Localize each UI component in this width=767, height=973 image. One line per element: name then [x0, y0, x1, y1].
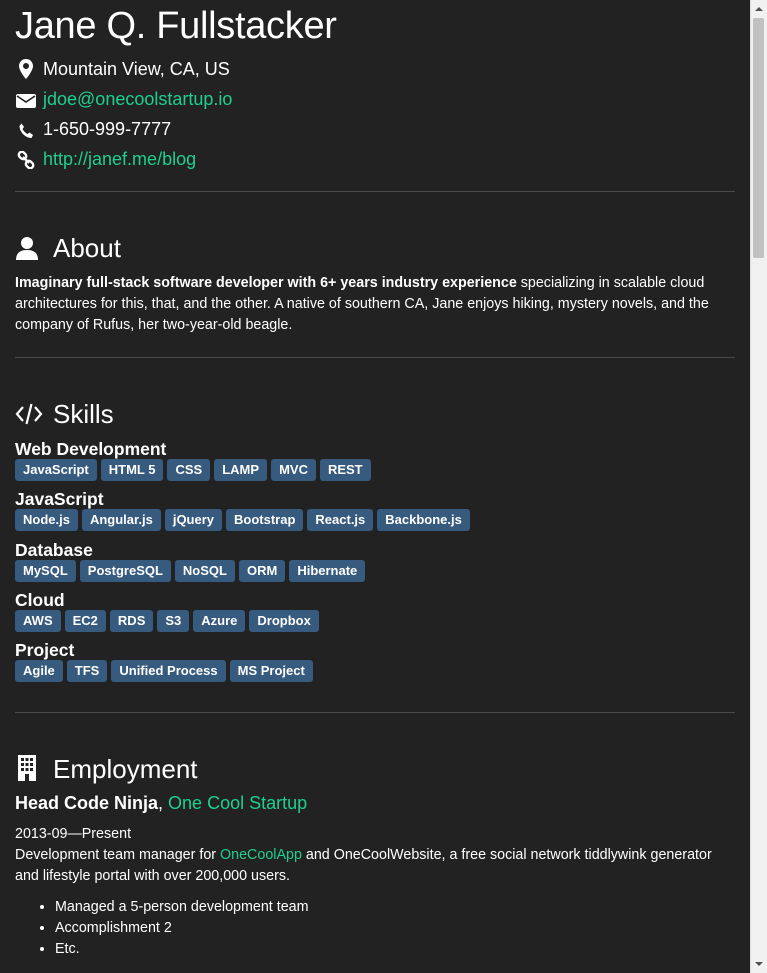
skill-group: Web Development JavaScript HTML 5 CSS LAMP M… — [15, 439, 735, 483]
skill-tag: TFS — [66, 660, 108, 682]
company-link[interactable]: One Cool Startup — [168, 793, 307, 813]
phone-text: 1-650-999-7777 — [43, 119, 172, 139]
divider — [15, 357, 735, 358]
scroll-up-arrow-icon[interactable] — [751, 0, 767, 17]
skill-tag: EC2 — [64, 610, 106, 632]
job-title: Head Code Ninja, One Cool Startup — [15, 790, 307, 816]
phone-icon — [15, 121, 37, 141]
skill-category: Database — [15, 540, 93, 560]
skill-tag: Azure — [193, 610, 246, 632]
skill-tag: RDS — [109, 610, 154, 632]
skill-tag: Hibernate — [289, 560, 366, 582]
divider — [15, 191, 735, 192]
skill-tag: MySQL — [15, 560, 76, 582]
skill-tag: Backbone.js — [377, 509, 470, 531]
job-desc-before: Development team manager for — [15, 847, 221, 863]
about-summary-bold: Imaginary full-stack software developer … — [15, 275, 517, 291]
contact-website: http://janef.me/blog — [15, 147, 196, 171]
skill-tag: jQuery — [164, 509, 223, 531]
scrollbar-thumb[interactable] — [753, 18, 764, 258]
skill-tags: Agile TFS Unified Process MS Project — [15, 660, 735, 684]
skill-category: Web Development — [15, 439, 167, 459]
scroll-down-arrow-icon[interactable] — [751, 956, 767, 973]
skill-tag: PostgreSQL — [79, 560, 171, 582]
job-highlights: Managed a 5-person development team Acco… — [15, 897, 309, 960]
contact-location: Mountain View, CA, US — [15, 57, 230, 81]
skill-group: Cloud AWS EC2 RDS S3 Azure Dropbox — [15, 590, 735, 634]
skills-heading: Skills — [53, 399, 114, 429]
section-about-title: About — [15, 232, 121, 264]
skill-tag: HTML 5 — [100, 459, 164, 481]
skill-tag: S3 — [157, 610, 190, 632]
app-link[interactable]: OneCoolApp — [220, 847, 302, 863]
skill-tags: Node.js Angular.js jQuery Bootstrap React.js… — [15, 509, 735, 533]
vertical-scrollbar[interactable] — [750, 0, 767, 973]
skill-tag: Angular.js — [81, 509, 161, 531]
skill-tag: CSS — [167, 459, 211, 481]
contact-phone: 1-650-999-7777 — [15, 117, 171, 141]
skill-group: Database MySQL PostgreSQL NoSQL ORM Hibernat… — [15, 540, 735, 584]
skill-tag: JavaScript — [15, 459, 97, 481]
skill-tag: MS Project — [229, 660, 313, 682]
section-skills-title: Skills — [15, 398, 114, 430]
list-item: Etc. — [55, 939, 309, 960]
job-role: Head Code Ninja — [15, 793, 159, 813]
skill-category: Cloud — [15, 590, 65, 610]
envelope-icon — [15, 91, 37, 111]
location-text: Mountain View, CA, US — [43, 59, 230, 79]
divider — [15, 712, 735, 713]
candidate-name: Jane Q. Fullstacker — [15, 5, 337, 47]
skill-tag: Node.js — [15, 509, 78, 531]
section-employment-title: Employment — [15, 753, 198, 785]
link-icon — [15, 150, 37, 171]
skill-tag: LAMP — [214, 459, 268, 481]
job-separator: , — [158, 793, 169, 813]
contact-email: jdoe@onecoolstartup.io — [15, 87, 232, 111]
skill-tag: MVC — [271, 459, 316, 481]
about-heading: About — [53, 233, 121, 263]
job-description: Development team manager for OneCoolApp … — [15, 845, 735, 887]
map-marker-icon — [15, 59, 37, 79]
email-link[interactable]: jdoe@onecoolstartup.io — [43, 89, 232, 109]
skill-tag: Agile — [15, 660, 63, 682]
website-link[interactable]: http://janef.me/blog — [43, 149, 196, 169]
resume-page: Jane Q. Fullstacker Mountain View, CA, U… — [0, 0, 750, 973]
skill-tag: Unified Process — [111, 660, 226, 682]
skill-group: Project Agile TFS Unified Process MS Projec… — [15, 640, 735, 684]
user-icon — [15, 235, 43, 260]
building-icon — [15, 755, 43, 781]
list-item: Managed a 5-person development team — [55, 897, 309, 918]
skill-tags: MySQL PostgreSQL NoSQL ORM Hibernate — [15, 560, 735, 584]
skill-tag: Dropbox — [249, 610, 319, 632]
skill-tag: ORM — [238, 560, 286, 582]
skill-group: JavaScript Node.js Angular.js jQuery Bootst… — [15, 489, 735, 533]
about-summary: Imaginary full-stack software developer … — [15, 273, 735, 336]
skill-tag: REST — [319, 459, 371, 481]
skill-tag: NoSQL — [174, 560, 235, 582]
employment-heading: Employment — [53, 754, 198, 784]
skill-tag: Bootstrap — [226, 509, 304, 531]
skill-tag: AWS — [15, 610, 61, 632]
skill-tags: JavaScript HTML 5 CSS LAMP MVC REST — [15, 459, 735, 483]
skill-category: JavaScript — [15, 489, 104, 509]
skill-tags: AWS EC2 RDS S3 Azure Dropbox — [15, 610, 735, 634]
list-item: Accomplishment 2 — [55, 918, 309, 939]
skill-category: Project — [15, 640, 75, 660]
job-dates: 2013-09—Present — [15, 826, 132, 842]
code-icon — [15, 401, 43, 425]
skill-tag: React.js — [307, 509, 374, 531]
